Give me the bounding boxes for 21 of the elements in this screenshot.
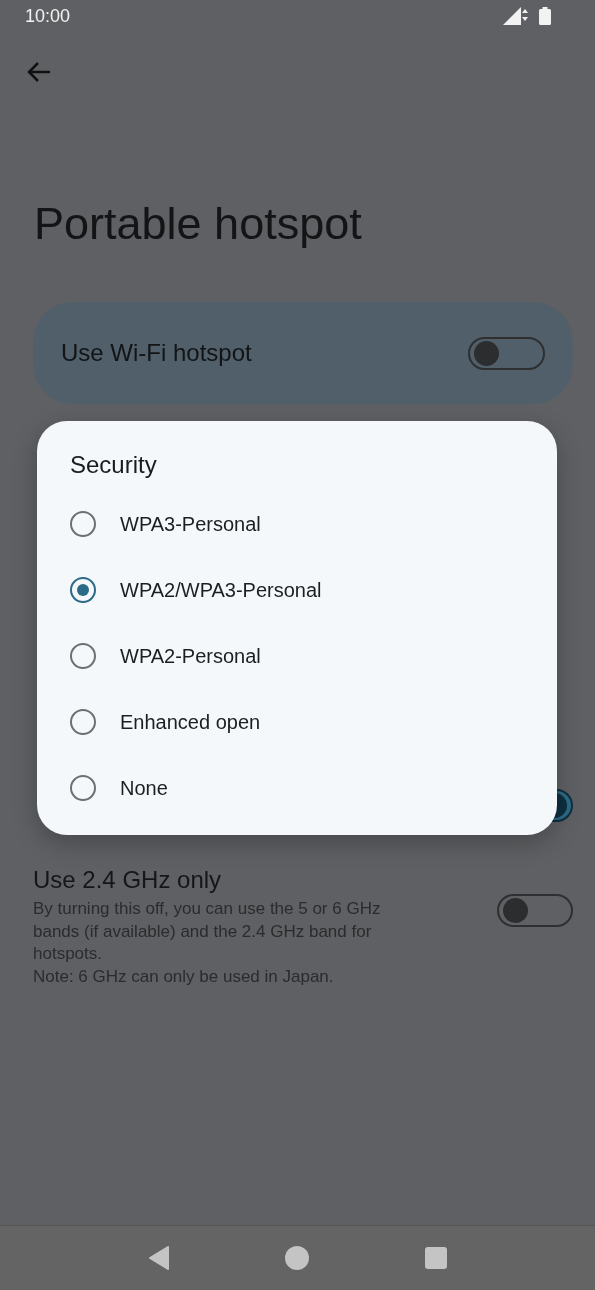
battery-icon xyxy=(539,7,551,25)
back-icon[interactable] xyxy=(147,1246,170,1270)
radio-button[interactable] xyxy=(70,577,96,603)
setting-title: Use 2.4 GHz only xyxy=(33,866,223,894)
home-icon[interactable] xyxy=(285,1246,310,1270)
recents-icon[interactable] xyxy=(425,1247,448,1269)
option-label[interactable]: WPA2/WPA3-Personal xyxy=(120,578,322,602)
page-title: Portable hotspot xyxy=(34,198,363,250)
radio-button[interactable] xyxy=(70,709,96,735)
toggle-switch[interactable] xyxy=(468,336,545,370)
option-label[interactable]: WPA2-Personal xyxy=(120,644,261,668)
option-label[interactable]: WPA3-Personal xyxy=(120,512,261,536)
radio-button[interactable] xyxy=(70,775,96,801)
dialog-title: Security xyxy=(70,451,158,479)
radio-button[interactable] xyxy=(70,511,96,537)
signal-icon xyxy=(503,7,531,25)
option-label[interactable]: Enhanced open xyxy=(120,710,261,734)
toggle-switch[interactable] xyxy=(497,894,573,927)
option-label[interactable]: None xyxy=(120,776,168,800)
radio-button[interactable] xyxy=(70,643,96,669)
clock: 10:00 xyxy=(25,5,71,27)
